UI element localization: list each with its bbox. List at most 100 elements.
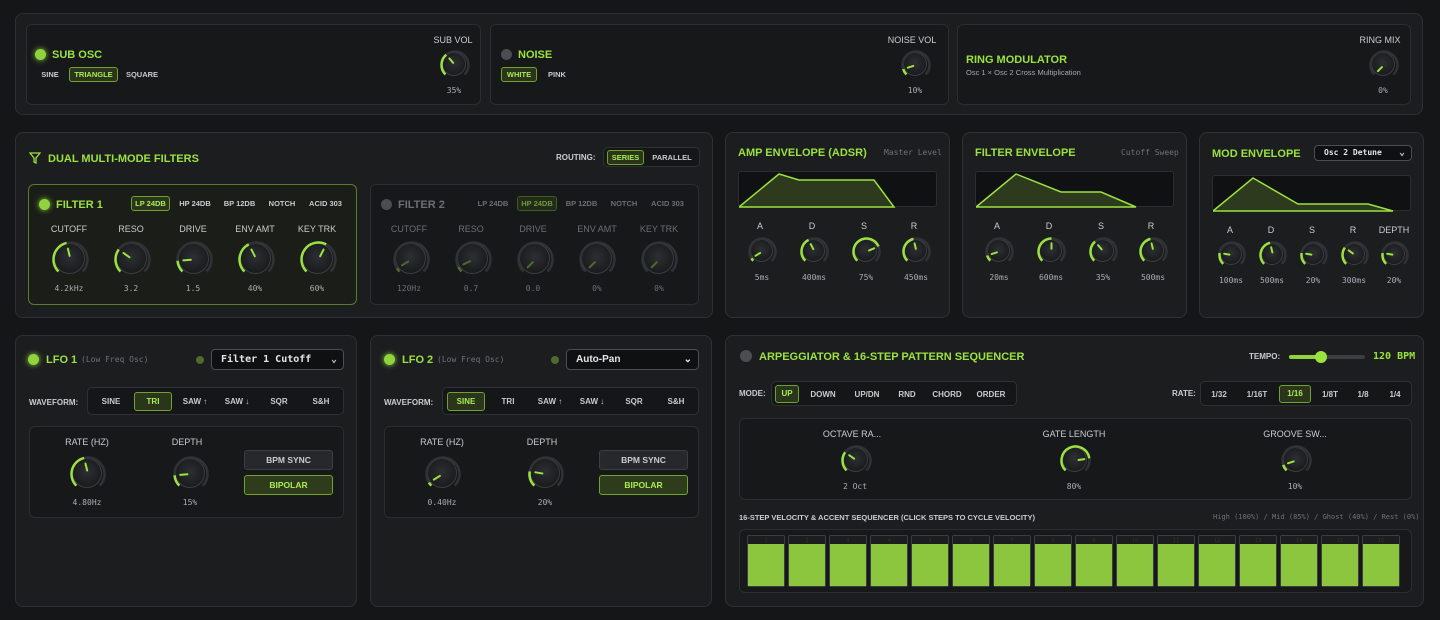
sub-osc-power-led[interactable] bbox=[35, 49, 46, 60]
f2-mode-notch[interactable]: NOTCH bbox=[606, 196, 642, 211]
lfo1-wave-sqr[interactable]: SQR bbox=[260, 394, 298, 409]
f2-drive-knob[interactable] bbox=[517, 241, 554, 274]
filter-env-s-knob[interactable] bbox=[1089, 237, 1118, 262]
lfo1-wave-tri[interactable]: TRI bbox=[134, 392, 172, 411]
seq-step-7[interactable]: 7 bbox=[993, 535, 1031, 587]
lfo1-wave-sh[interactable]: S&H bbox=[302, 394, 340, 409]
lfo1-bpm-sync-button[interactable]: BPM SYNC bbox=[244, 450, 333, 470]
f1-mode-hp24[interactable]: HP 24DB bbox=[175, 196, 215, 211]
sub-wave-triangle[interactable]: TRIANGLE bbox=[69, 67, 118, 82]
routing-series[interactable]: SERIES bbox=[607, 150, 644, 165]
amp-env-r-knob[interactable] bbox=[902, 237, 931, 262]
noise-power-led[interactable] bbox=[501, 49, 512, 60]
seq-step-1[interactable]: 1 bbox=[747, 535, 785, 587]
f2-mode-hp24[interactable]: HP 24DB bbox=[517, 196, 557, 211]
f1-mode-lp24[interactable]: LP 24DB bbox=[131, 196, 170, 211]
routing-parallel[interactable]: PARALLEL bbox=[648, 150, 696, 165]
arp-mode-down[interactable]: DOWN bbox=[803, 387, 843, 402]
noise-type-pink[interactable]: PINK bbox=[542, 67, 572, 82]
seq-step-10[interactable]: 10 bbox=[1116, 535, 1154, 587]
seq-step-14[interactable]: 14 bbox=[1280, 535, 1318, 587]
seq-step-2[interactable]: 2 bbox=[788, 535, 826, 587]
lfo2-wave-sine[interactable]: SINE bbox=[447, 392, 485, 411]
mod-env-target-select[interactable]: Osc 2 Detune ⌄ bbox=[1314, 145, 1412, 161]
lfo1-wave-sine[interactable]: SINE bbox=[92, 394, 130, 409]
arp-rate-1-16t[interactable]: 1/16T bbox=[1238, 387, 1276, 402]
f2-mode-lp24[interactable]: LP 24DB bbox=[473, 196, 513, 211]
filter1-power-led[interactable] bbox=[39, 199, 50, 210]
filter-env-r-knob[interactable] bbox=[1139, 237, 1168, 262]
mod-env-depth-knob[interactable] bbox=[1381, 241, 1409, 265]
f1-drive-knob[interactable] bbox=[176, 241, 213, 274]
ring-mix-knob[interactable] bbox=[1369, 50, 1399, 76]
lfo2-depth-knob[interactable] bbox=[528, 456, 564, 488]
lfo2-wave-tri[interactable]: TRI bbox=[489, 394, 527, 409]
lfo2-wave-saw-up[interactable]: SAW ↑ bbox=[531, 394, 569, 409]
f2-keytrk-knob[interactable] bbox=[641, 241, 678, 274]
lfo2-power-led[interactable] bbox=[384, 354, 395, 365]
tempo-slider-thumb[interactable] bbox=[1314, 351, 1327, 363]
noise-vol-knob[interactable] bbox=[901, 50, 931, 76]
seq-step-15[interactable]: 15 bbox=[1321, 535, 1359, 587]
arp-rate-1-32[interactable]: 1/32 bbox=[1204, 387, 1234, 402]
seq-step-6[interactable]: 6 bbox=[952, 535, 990, 587]
f2-reso-knob[interactable] bbox=[455, 241, 492, 274]
lfo1-rate-knob[interactable] bbox=[70, 456, 106, 488]
lfo2-bipolar-button[interactable]: BIPOLAR bbox=[599, 475, 688, 495]
arp-gate-knob[interactable] bbox=[1060, 445, 1091, 472]
lfo2-bpm-sync-button[interactable]: BPM SYNC bbox=[599, 450, 688, 470]
f1-keytrk-knob[interactable] bbox=[300, 241, 337, 274]
seq-step-13[interactable]: 13 bbox=[1239, 535, 1277, 587]
tempo-slider[interactable] bbox=[1289, 351, 1365, 363]
f2-cutoff-knob[interactable] bbox=[393, 241, 430, 274]
seq-step-9[interactable]: 9 bbox=[1075, 535, 1113, 587]
mod-env-a-knob[interactable] bbox=[1218, 241, 1246, 265]
seq-step-11[interactable]: 11 bbox=[1157, 535, 1195, 587]
f1-mode-bp12[interactable]: BP 12DB bbox=[220, 196, 259, 211]
arp-mode-up[interactable]: UP bbox=[775, 385, 799, 403]
f1-mode-acid303[interactable]: ACID 303 bbox=[305, 196, 346, 211]
arp-rate-1-16[interactable]: 1/16 bbox=[1279, 385, 1311, 403]
mod-env-s-knob[interactable] bbox=[1300, 241, 1328, 265]
arp-mode-chord[interactable]: CHORD bbox=[927, 387, 967, 402]
filter2-power-led[interactable] bbox=[381, 199, 392, 210]
filter-env-d-knob[interactable] bbox=[1037, 237, 1066, 262]
f1-cutoff-knob[interactable] bbox=[52, 241, 89, 274]
sub-wave-square[interactable]: SQUARE bbox=[123, 67, 161, 82]
arp-octave-knob[interactable] bbox=[841, 445, 872, 472]
seq-step-16[interactable]: 16 bbox=[1362, 535, 1400, 587]
filter-env-a-knob[interactable] bbox=[985, 237, 1014, 262]
lfo1-power-led[interactable] bbox=[28, 354, 39, 365]
lfo1-depth-knob[interactable] bbox=[173, 456, 209, 488]
f1-mode-notch[interactable]: NOTCH bbox=[264, 196, 300, 211]
arp-rate-1-4[interactable]: 1/4 bbox=[1381, 387, 1409, 402]
f2-mode-acid303[interactable]: ACID 303 bbox=[647, 196, 688, 211]
lfo2-rate-knob[interactable] bbox=[425, 456, 461, 488]
lfo1-target-select[interactable]: Filter 1 Cutoff ⌄ bbox=[211, 349, 344, 370]
sub-wave-sine[interactable]: SINE bbox=[35, 67, 65, 82]
lfo2-wave-sqr[interactable]: SQR bbox=[615, 394, 653, 409]
amp-env-s-knob[interactable] bbox=[852, 237, 881, 262]
f2-mode-bp12[interactable]: BP 12DB bbox=[562, 196, 601, 211]
seq-step-3[interactable]: 3 bbox=[829, 535, 867, 587]
arp-rate-1-8[interactable]: 1/8 bbox=[1349, 387, 1377, 402]
f1-reso-knob[interactable] bbox=[114, 241, 151, 274]
lfo1-wave-saw-up[interactable]: SAW ↑ bbox=[176, 394, 214, 409]
mod-env-r-knob[interactable] bbox=[1341, 241, 1369, 265]
arp-mode-rnd[interactable]: RND bbox=[891, 387, 923, 402]
arp-power-led[interactable] bbox=[740, 350, 752, 362]
amp-env-a-knob[interactable] bbox=[748, 237, 777, 262]
arp-rate-1-8t[interactable]: 1/8T bbox=[1314, 387, 1346, 402]
seq-step-4[interactable]: 4 bbox=[870, 535, 908, 587]
lfo2-wave-sh[interactable]: S&H bbox=[657, 394, 695, 409]
lfo2-target-select[interactable]: Auto-Pan ⌄ bbox=[566, 349, 699, 370]
f1-envamt-knob[interactable] bbox=[238, 241, 275, 274]
f2-envamt-knob[interactable] bbox=[579, 241, 616, 274]
mod-env-d-knob[interactable] bbox=[1259, 241, 1287, 265]
arp-groove-knob[interactable] bbox=[1281, 445, 1312, 472]
seq-step-12[interactable]: 12 bbox=[1198, 535, 1236, 587]
arp-mode-updn[interactable]: UP/DN bbox=[847, 387, 887, 402]
sub-vol-knob[interactable] bbox=[440, 50, 470, 76]
noise-type-white[interactable]: WHITE bbox=[501, 67, 537, 82]
seq-step-5[interactable]: 5 bbox=[911, 535, 949, 587]
